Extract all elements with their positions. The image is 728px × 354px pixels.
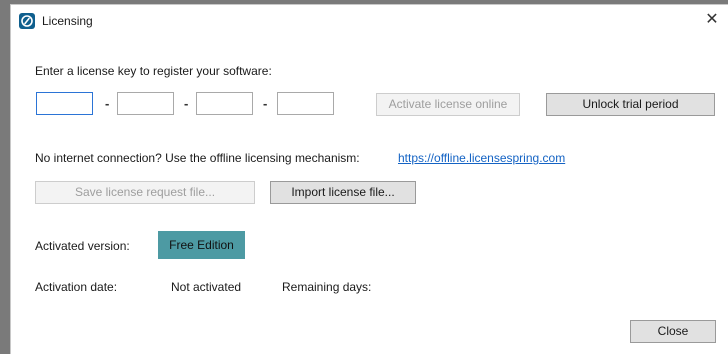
version-label: Activated version:	[35, 239, 130, 253]
remaining-days-label: Remaining days:	[282, 280, 372, 294]
import-license-button[interactable]: Import license file...	[270, 181, 416, 204]
window-title: Licensing	[42, 14, 93, 28]
key-separator-2: -	[184, 96, 189, 111]
activation-date-label: Activation date:	[35, 280, 118, 294]
close-button[interactable]: Close	[630, 320, 716, 343]
app-icon	[19, 13, 35, 29]
key-separator-1: -	[105, 96, 110, 111]
key-separator-3: -	[263, 96, 268, 111]
version-badge: Free Edition	[158, 231, 245, 259]
license-key-segment-3[interactable]	[196, 92, 253, 115]
save-request-button[interactable]: Save license request file...	[35, 181, 255, 204]
activation-date-value: Not activated	[171, 280, 242, 294]
license-key-segment-2[interactable]	[117, 92, 174, 115]
unlock-trial-button[interactable]: Unlock trial period	[546, 93, 715, 116]
title-bar: Licensing ✕	[11, 5, 728, 37]
offline-hint: No internet connection? Use the offline …	[35, 151, 360, 165]
licensing-dialog: Licensing ✕ Enter a license key to regis…	[10, 4, 728, 354]
close-icon[interactable]: ✕	[695, 5, 728, 35]
license-key-segment-4[interactable]	[277, 92, 334, 115]
license-prompt: Enter a license key to register your sof…	[35, 64, 272, 78]
license-key-segment-1[interactable]	[36, 92, 93, 115]
offline-licensing-link[interactable]: https://offline.licensespring.com	[398, 151, 565, 165]
activate-online-button[interactable]: Activate license online	[376, 93, 520, 116]
